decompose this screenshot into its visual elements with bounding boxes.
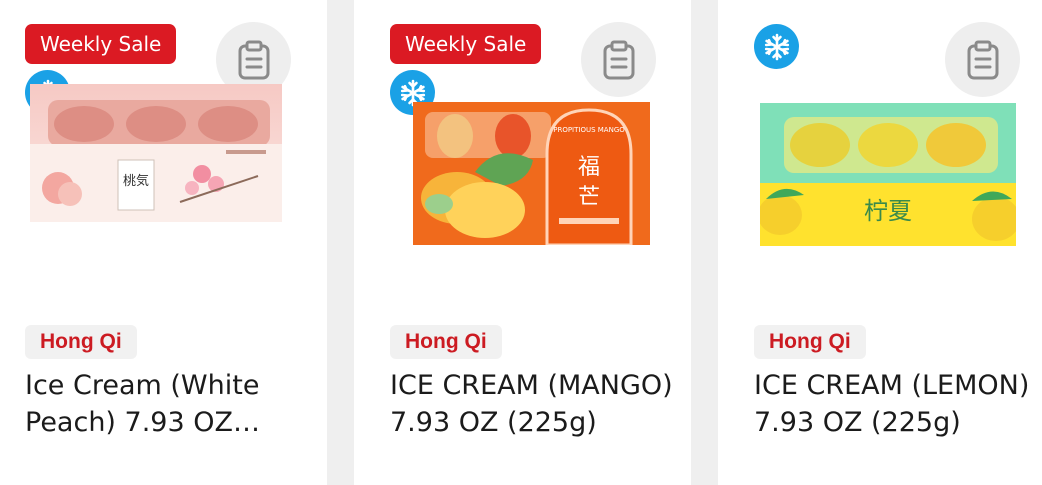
- product-name[interactable]: ICE CREAM (LEMON) 7.93 OZ (225g): [754, 367, 1039, 441]
- package-label: 柠夏: [864, 197, 912, 225]
- package-label: 桃気: [123, 173, 149, 189]
- clipboard-icon: [238, 40, 269, 79]
- product-card-mango[interactable]: Weekly Sale 福 芒 PROPITIOUS MANGO Hong Qi…: [354, 0, 691, 485]
- add-to-list-button[interactable]: [581, 22, 656, 97]
- package-label: 芒: [578, 185, 600, 210]
- clipboard-icon: [967, 40, 998, 79]
- add-to-list-button[interactable]: [945, 22, 1020, 97]
- product-image-white-peach: 桃気: [30, 84, 282, 222]
- brand-tag[interactable]: Hong Qi: [25, 325, 137, 359]
- weekly-sale-badge: Weekly Sale: [390, 24, 542, 64]
- package-label: 福: [578, 155, 600, 180]
- snowflake-icon: [754, 24, 799, 69]
- product-card-lemon[interactable]: 柠夏 Hong Qi ICE CREAM (LEMON) 7.93 OZ (22…: [718, 0, 1042, 485]
- product-image-mango: 福 芒 PROPITIOUS MANGO: [413, 102, 650, 245]
- product-name[interactable]: ICE CREAM (MANGO) 7.93 OZ (225g): [390, 367, 675, 441]
- product-card-white-peach[interactable]: Weekly Sale 桃気 Hong Qi Ice Cream (White …: [0, 0, 327, 485]
- brand-tag[interactable]: Hong Qi: [390, 325, 502, 359]
- clipboard-icon: [603, 40, 634, 79]
- product-name[interactable]: Ice Cream (White Peach) 7.93 OZ (225g): [25, 367, 310, 441]
- package-label: PROPITIOUS MANGO: [553, 126, 625, 134]
- brand-tag[interactable]: Hong Qi: [754, 325, 866, 359]
- weekly-sale-badge: Weekly Sale: [25, 24, 177, 64]
- product-image-lemon: 柠夏: [760, 103, 1016, 246]
